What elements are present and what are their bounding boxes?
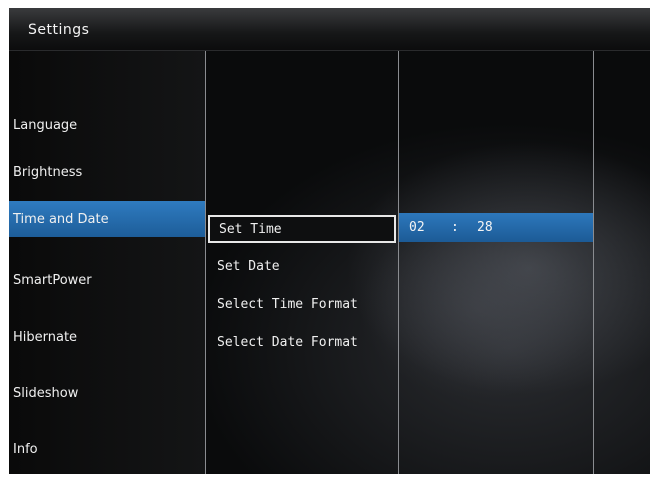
option-label: Set Time [219,221,282,237]
minute-value[interactable]: 28 [477,220,493,235]
menu-item-time-and-date[interactable]: Time and Date [9,201,205,237]
menu-item-slideshow[interactable]: Slideshow [9,375,205,411]
column-divider [205,51,206,474]
settings-screen: Settings Language Brightness Time and Da… [9,8,650,474]
menu-item-language[interactable]: Language [9,107,205,143]
option-label: Select Time Format [217,296,358,312]
time-value-row[interactable]: 02 : 28 [399,213,593,242]
menu-item-label: Slideshow [13,385,79,401]
option-label: Set Date [217,258,280,274]
title-bar: Settings [9,8,650,50]
option-select-date-format[interactable]: Select Date Format [208,330,396,354]
settings-menu: Language Brightness Time and Date SmartP… [9,51,205,474]
column-divider [593,51,594,474]
option-set-date[interactable]: Set Date [208,254,396,278]
menu-item-hibernate[interactable]: Hibernate [9,319,205,355]
menu-item-brightness[interactable]: Brightness [9,154,205,190]
hour-value[interactable]: 02 [409,220,425,235]
menu-item-label: Info [13,441,38,457]
menu-item-smartpower[interactable]: SmartPower [9,262,205,298]
menu-item-label: Hibernate [13,329,78,345]
time-separator: : [451,220,459,235]
option-label: Select Date Format [217,334,358,350]
menu-item-label: Brightness [13,164,83,180]
option-set-time[interactable]: Set Time [208,215,396,243]
page-title: Settings [28,22,90,38]
column-divider [398,51,399,474]
menu-item-label: Language [13,117,78,133]
menu-item-label: Time and Date [13,211,109,227]
menu-item-info[interactable]: Info [9,431,205,467]
menu-item-label: SmartPower [13,272,92,288]
option-select-time-format[interactable]: Select Time Format [208,292,396,316]
